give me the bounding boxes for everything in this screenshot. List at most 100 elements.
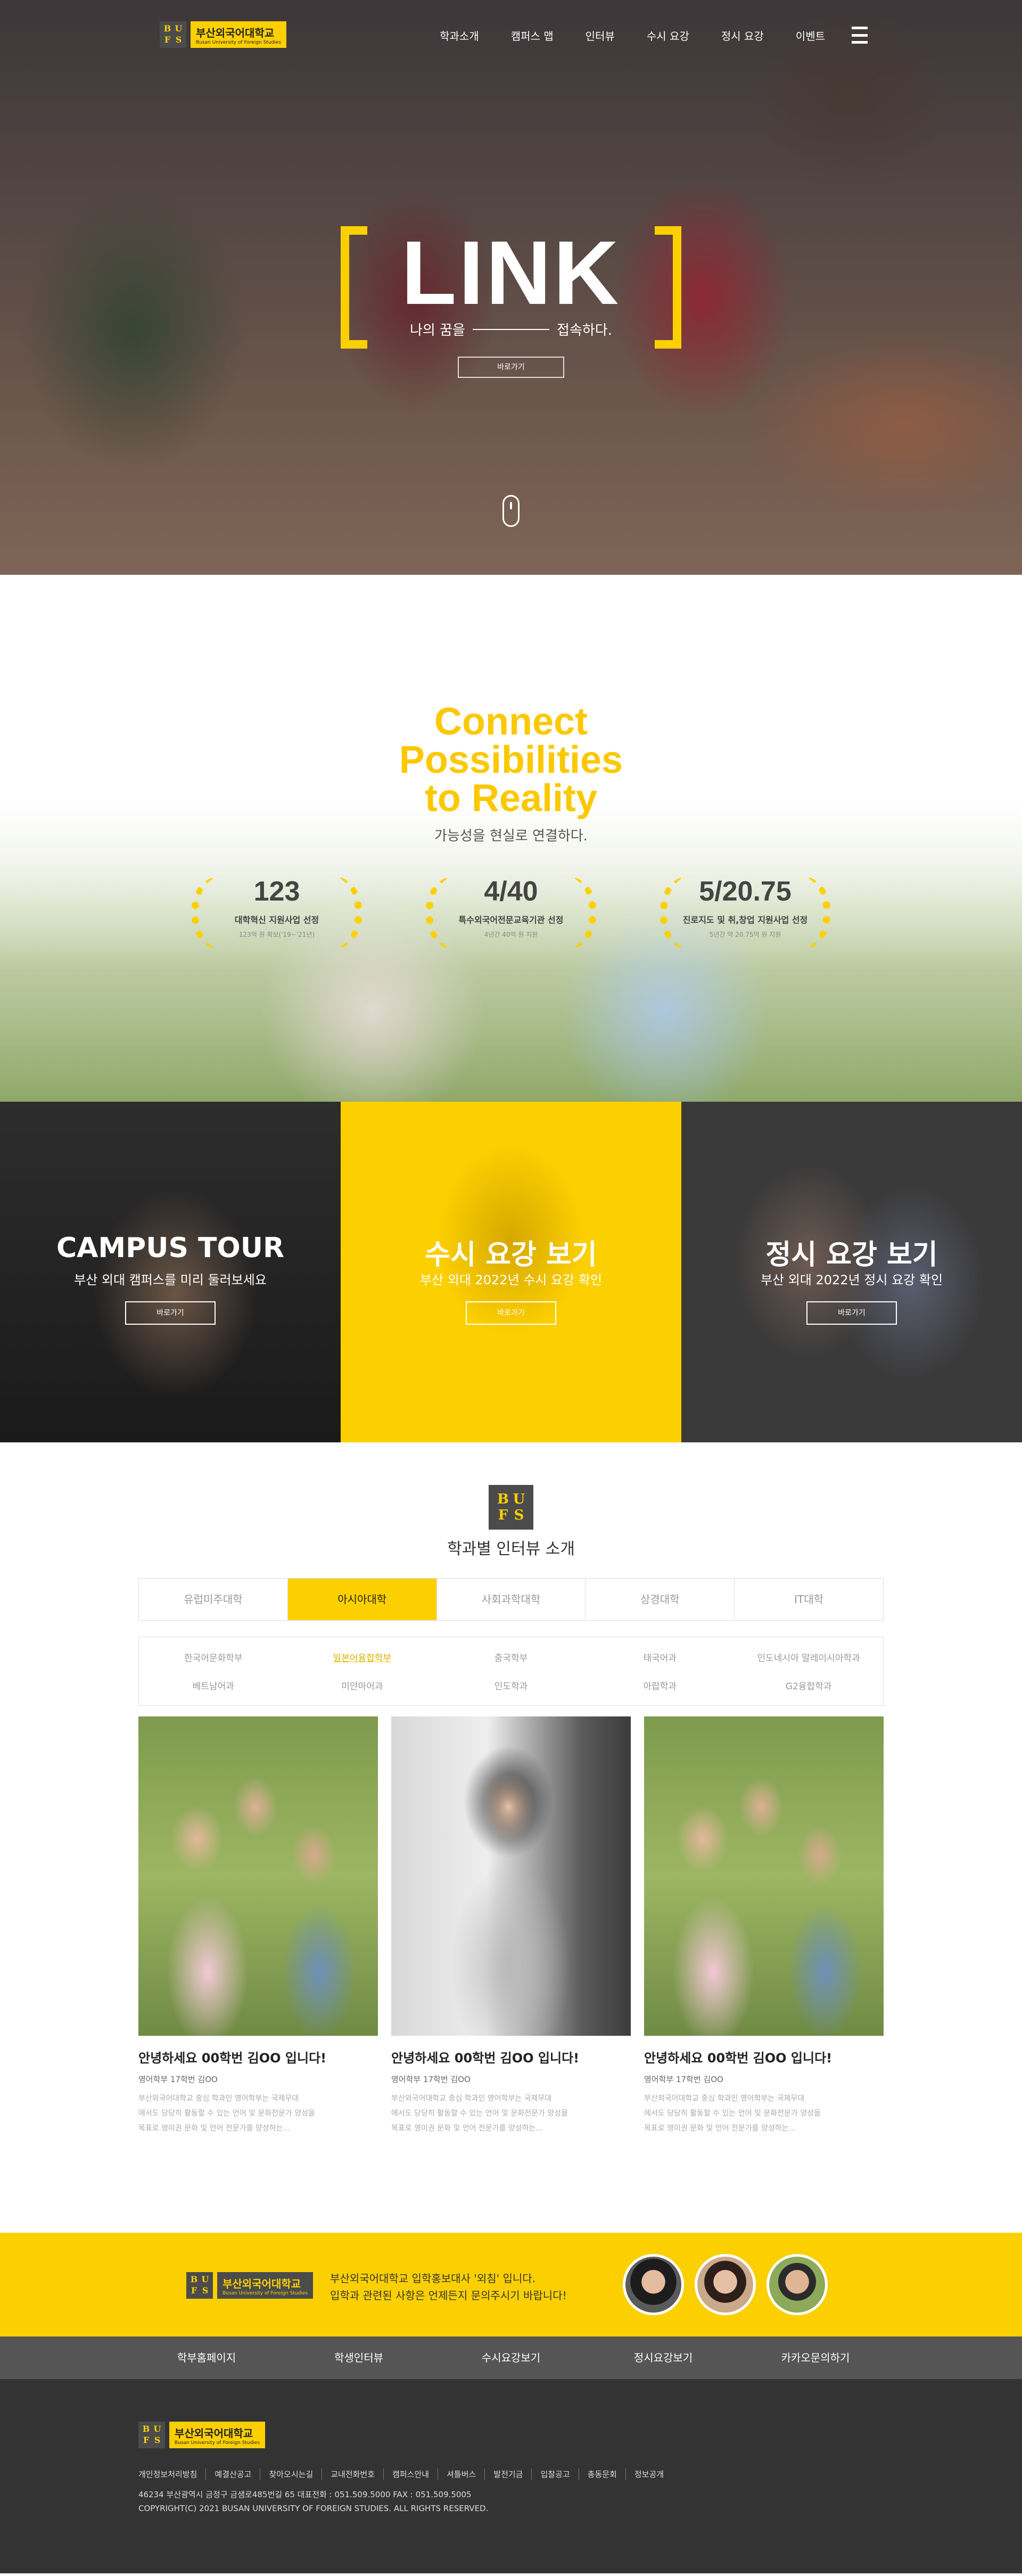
bufs-logo-icon: BU FS <box>138 2422 165 2448</box>
logo-text: 부산외국어대학교 Busan University of Foreign Stu… <box>169 2422 266 2448</box>
panel-subtitle: 부산 외대 2022년 수시 요강 확인 <box>419 1273 603 1287</box>
footer-link[interactable]: 입찰공고 <box>532 2468 579 2480</box>
tab-social-science[interactable]: 사회과학대학 <box>437 1579 586 1620</box>
dept-item-active[interactable]: 일본어융합학부 <box>288 1650 437 1664</box>
dept-item[interactable]: 베트남어과 <box>139 1679 288 1692</box>
site-logo[interactable]: BU FS 부산외국어대학교 Busan University of Forei… <box>160 21 287 48</box>
interview-card[interactable]: 안녕하세요 00학번 김OO 입니다! 영어학부 17학번 김OO 부산외국어대… <box>391 1716 631 2136</box>
footer-copyright: COPYRIGHT(C) 2021 BUSAN UNIVERSITY OF FO… <box>138 2504 489 2513</box>
nav-item-event[interactable]: 이벤트 <box>796 28 825 43</box>
dept-item[interactable]: 인도네시아 말레이시아학과 <box>734 1650 883 1664</box>
nav-item-campus-map[interactable]: 캠퍼스 맵 <box>511 28 554 43</box>
interview-section: BU FS 학과별 인터뷰 소개 유럽미주대학 아시아대학 사회과학대학 상경대… <box>0 1442 1022 2233</box>
logo-text: 부산외국어대학교 Busan University of Foreign Stu… <box>191 21 287 48</box>
quick-link-interview[interactable]: 학생인터뷰 <box>283 2336 435 2379</box>
ambassador-banner: BU FS 부산외국어대학교 Busan University of Forei… <box>0 2233 1022 2336</box>
card-department: 영어학부 17학번 김OO <box>391 2075 471 2084</box>
hero-subtitle-left: 나의 꿈을 <box>410 323 465 338</box>
avatar[interactable] <box>767 2254 828 2315</box>
interview-cards: 안녕하세요 00학번 김OO 입니다! 영어학부 17학번 김OO 부산외국어대… <box>138 1716 884 2136</box>
footer-link[interactable]: 교내전화번호 <box>322 2468 384 2480</box>
footer-link[interactable]: 총동문회 <box>579 2468 626 2480</box>
quick-link-kakao[interactable]: 카카오문의하기 <box>739 2336 892 2379</box>
footer-link[interactable]: 발전기금 <box>485 2468 532 2480</box>
bufs-logo-icon: BU FS <box>489 1485 533 1530</box>
interview-card[interactable]: 안녕하세요 00학번 김OO 입니다! 영어학부 17학번 김OO 부산외국어대… <box>138 1716 378 2136</box>
dept-item[interactable]: 중국학부 <box>436 1650 586 1664</box>
nav-item-early-admission[interactable]: 수시 요강 <box>647 28 689 43</box>
footer-links: 개인정보처리방침 예결산공고 찾아오시는길 교내전화번호 캠퍼스안내 셔틀버스 … <box>138 2468 672 2480</box>
avatar[interactable] <box>623 2254 684 2315</box>
connect-title: Connect Possibilities to Reality <box>399 700 623 820</box>
logo-text: 부산외국어대학교 Busan University of Foreign Stu… <box>217 2272 314 2299</box>
stat-item: 5/20.75 진로지도 및 취,창업 지원사업 선정 5년간 약 20.75억… <box>655 870 836 955</box>
nav-item-departments[interactable]: 학과소개 <box>440 28 479 43</box>
card-department: 영어학부 17학번 김OO <box>138 2075 218 2084</box>
hamburger-icon[interactable] <box>852 27 868 44</box>
stats-row: 123 대학혁신 지원사업 선정 123억 원 확보('19~'21년) 4/4… <box>186 870 836 955</box>
stat-item: 123 대학혁신 지원사업 선정 123억 원 확보('19~'21년) <box>186 870 367 955</box>
interview-card[interactable]: 안녕하세요 00학번 김OO 입니다! 영어학부 17학번 김OO 부산외국어대… <box>644 1716 884 2136</box>
bufs-logo-icon: BU FS <box>186 2272 213 2299</box>
footer-logo[interactable]: BU FS 부산외국어대학교 Busan University of Forei… <box>138 2422 266 2448</box>
department-list: 한국어문화학부 일본어융합학부 중국학부 태국어과 인도네시아 말레이시아학과 … <box>138 1637 884 1706</box>
quick-link-homepage[interactable]: 학부홈페이지 <box>130 2336 283 2379</box>
hero-banner: LINK 나의 꿈을 접속하다. 바로가기 <box>341 222 681 378</box>
early-admission-button[interactable]: 바로가기 <box>466 1301 556 1325</box>
hero-subtitle-right: 접속하다. <box>557 323 612 338</box>
panel-subtitle: 부산 외대 캠퍼스를 미리 둘러보세요 <box>74 1273 267 1287</box>
quick-links: 학부홈페이지 학생인터뷰 수시요강보기 정시요강보기 카카오문의하기 <box>0 2336 1022 2379</box>
regular-admission-panel[interactable]: 정시 요강 보기 부산 외대 2022년 정시 요강 확인 바로가기 <box>681 1102 1022 1442</box>
student-photo <box>138 1716 378 2036</box>
tab-asia[interactable]: 아시아대학 <box>287 1579 437 1620</box>
footer-link[interactable]: 찾아오시는길 <box>260 2468 323 2480</box>
card-department: 영어학부 17학번 김OO <box>644 2075 723 2084</box>
campus-tour-button[interactable]: 바로가기 <box>125 1301 216 1325</box>
mouse-scroll-icon[interactable] <box>502 495 520 527</box>
regular-admission-button[interactable]: 바로가기 <box>806 1301 897 1325</box>
footer-link[interactable]: 캠퍼스안내 <box>384 2468 439 2480</box>
avatar[interactable] <box>695 2254 756 2315</box>
early-admission-panel[interactable]: 수시 요강 보기 부산 외대 2022년 수시 요강 확인 바로가기 <box>341 1102 681 1442</box>
panel-title: CAMPUS TOUR <box>56 1232 284 1264</box>
tab-europe-america[interactable]: 유럽미주대학 <box>139 1579 288 1620</box>
card-description: 부산외국어대학교 중심 학과인 영어학부는 국제무대 에서도 당당히 활동할 수… <box>644 2094 821 2133</box>
main-menu: 학과소개 캠퍼스 맵 인터뷰 수시 요강 정시 요강 이벤트 <box>440 28 825 43</box>
panel-subtitle: 부산 외대 2022년 정시 요강 확인 <box>760 1273 943 1287</box>
logo-name-ko: 부산외국어대학교 <box>196 26 275 39</box>
card-title: 안녕하세요 00학번 김OO 입니다! <box>644 2051 833 2066</box>
dept-item[interactable]: G2융합학과 <box>734 1679 883 1692</box>
contact-logo: BU FS 부산외국어대학교 Busan University of Forei… <box>186 2272 314 2299</box>
quick-link-regular-admission[interactable]: 정시요강보기 <box>587 2336 739 2379</box>
divider <box>472 328 550 330</box>
footer-address: 46234 부산광역시 금정구 금샘로485번길 65 대표전화 : 051.5… <box>138 2490 472 2499</box>
hero-button[interactable]: 바로가기 <box>458 357 564 378</box>
card-description: 부산외국어대학교 중심 학과인 영어학부는 국제무대 에서도 당당히 활동할 수… <box>138 2094 315 2133</box>
card-title: 안녕하세요 00학번 김OO 입니다! <box>391 2051 580 2066</box>
tab-business[interactable]: 상경대학 <box>586 1579 735 1620</box>
campus-tour-panel[interactable]: CAMPUS TOUR 부산 외대 캠퍼스를 미리 둘러보세요 바로가기 <box>0 1102 341 1442</box>
ambassador-avatars <box>623 2254 828 2315</box>
nav-item-interview[interactable]: 인터뷰 <box>586 28 615 43</box>
footer-link[interactable]: 셔틀버스 <box>438 2468 485 2480</box>
section-title: 학과별 인터뷰 소개 <box>447 1540 575 1558</box>
dept-item[interactable]: 태국어과 <box>586 1650 735 1664</box>
footer-link[interactable]: 예결산공고 <box>206 2468 261 2480</box>
dept-item[interactable]: 한국어문화학부 <box>139 1650 288 1664</box>
card-description: 부산외국어대학교 중심 학과인 영어학부는 국제무대 에서도 당당히 활동할 수… <box>391 2094 568 2133</box>
stat-item: 4/40 특수외국어전문교육기관 선정 4년간 40억 원 지원 <box>421 870 601 955</box>
dept-item[interactable]: 아랍학과 <box>586 1679 735 1692</box>
page: BU FS 부산외국어대학교 Busan University of Forei… <box>0 0 1022 2573</box>
quick-link-early-admission[interactable]: 수시요강보기 <box>435 2336 587 2379</box>
nav-item-regular-admission[interactable]: 정시 요강 <box>721 28 764 43</box>
footer: BU FS 부산외국어대학교 Busan University of Forei… <box>0 2379 1022 2573</box>
footer-link[interactable]: 정보공개 <box>626 2468 672 2480</box>
ambassador-message: 부산외국어대학교 입학홍보대사 '외침' 입니다. 입학과 관련된 사항은 언제… <box>330 2272 567 2302</box>
logo-name-en: Busan University of Foreign Studies <box>196 39 282 45</box>
dept-item[interactable]: 인도학과 <box>436 1679 586 1692</box>
dept-item[interactable]: 미얀마어과 <box>288 1679 437 1692</box>
footer-link[interactable]: 개인정보처리방침 <box>138 2468 207 2480</box>
tab-it[interactable]: IT대학 <box>735 1579 883 1620</box>
connect-subtitle: 가능성을 현실로 연결하다. <box>434 828 588 844</box>
top-navigation: BU FS 부산외국어대학교 Busan University of Forei… <box>0 21 1022 53</box>
